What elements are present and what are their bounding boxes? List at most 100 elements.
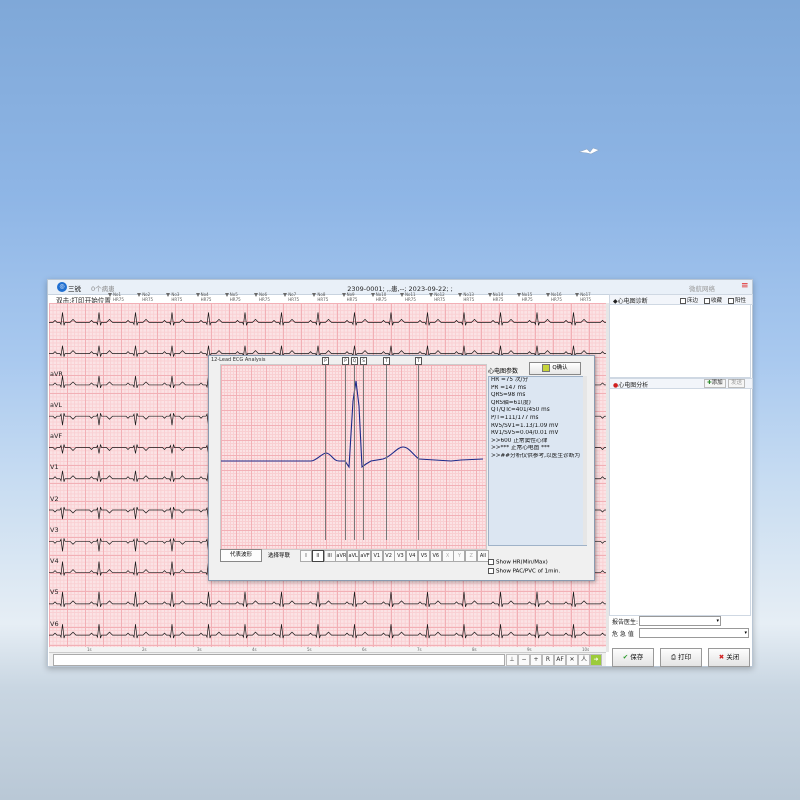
beat-marker: No2 HR75 bbox=[137, 292, 159, 302]
chevron-down-icon: ▾ bbox=[716, 618, 719, 624]
param-line: P/T=111/177 ms bbox=[491, 414, 539, 421]
beat-marker: No16 HR75 bbox=[546, 292, 568, 302]
param-line: >>600 正常窦性心律 bbox=[491, 437, 548, 444]
lead-label: V2 bbox=[50, 494, 59, 503]
lead-label: V3 bbox=[50, 525, 59, 534]
param-line: >>*** 正常心电图 *** bbox=[491, 445, 550, 452]
wave-marker-line[interactable] bbox=[345, 364, 346, 540]
param-line: PR =147 ms bbox=[491, 384, 527, 391]
beat-marker: No15 HR75 bbox=[516, 292, 539, 302]
wave-marker-line[interactable] bbox=[325, 364, 326, 540]
representative-beat-trace bbox=[221, 380, 484, 469]
lead-button[interactable]: Z bbox=[465, 550, 478, 562]
lead-label: V5 bbox=[50, 588, 59, 597]
lead-button[interactable]: X bbox=[441, 550, 454, 562]
status-input[interactable] bbox=[53, 654, 505, 666]
menu-icon[interactable]: ≡ bbox=[741, 281, 749, 291]
positive-checkbox[interactable]: 阳性 bbox=[728, 296, 746, 304]
send-button[interactable]: 发送 bbox=[728, 379, 746, 388]
wave-marker-line[interactable] bbox=[363, 364, 364, 540]
lead-button[interactable]: V1 bbox=[370, 550, 383, 562]
save-button[interactable]: ✔ 保存 bbox=[612, 648, 654, 667]
measure-icon[interactable]: R bbox=[542, 654, 554, 666]
zoom-out-icon[interactable]: − bbox=[518, 654, 530, 666]
doctor-label: 报告医生: bbox=[612, 619, 639, 626]
printer-icon: ⎙ bbox=[670, 653, 677, 661]
lead-button[interactable]: aVL bbox=[347, 550, 360, 562]
add-button[interactable]: ✚添加 bbox=[704, 379, 726, 388]
show-pac-checkbox[interactable]: Show PAC/PVC of 1min. bbox=[488, 568, 560, 575]
beat-marker: No9 HR75 bbox=[341, 292, 364, 302]
close-icon: ✖ bbox=[718, 653, 725, 661]
ecg-trace bbox=[49, 312, 606, 326]
close-button[interactable]: ✖ 关闭 bbox=[708, 648, 750, 667]
params-list: HR =75 次/分 PR =147 ms QRS=98 ms QRS轴=61(度) Q… bbox=[488, 376, 587, 546]
lead-button[interactable]: III bbox=[323, 550, 336, 562]
beat-marker: No12 HR75 bbox=[429, 292, 451, 302]
beat-marker: No17 HR75 bbox=[575, 292, 597, 302]
lead-label: aVR bbox=[50, 369, 63, 378]
beat-marker: No1 HR75 bbox=[108, 292, 130, 302]
beat-marker: No14 HR75 bbox=[487, 292, 510, 302]
ecg-trace bbox=[49, 624, 606, 639]
right-panel: ◆心电图诊断 床边 收藏 阳性 ●心电图分析 ✚添加 发送 报告医生: ▾ 危 … bbox=[609, 294, 753, 667]
lead-button[interactable]: I bbox=[300, 550, 312, 562]
lead-button[interactable]: Y bbox=[453, 550, 466, 562]
urgency-select[interactable]: ▾ bbox=[639, 628, 749, 638]
zoom-in-icon[interactable]: + bbox=[530, 654, 542, 666]
wave-marker-line[interactable] bbox=[418, 364, 419, 540]
wave-marker-line[interactable] bbox=[386, 364, 387, 540]
lead-button[interactable]: V4 bbox=[406, 550, 419, 562]
lead-button[interactable]: V6 bbox=[429, 550, 442, 562]
ecg-trace bbox=[49, 591, 606, 608]
person-icon[interactable]: 人 bbox=[578, 654, 590, 666]
representative-wave-button[interactable]: 代表波形 bbox=[220, 549, 262, 562]
check-icon: ✔ bbox=[622, 653, 629, 661]
wave-marker-line[interactable] bbox=[354, 364, 355, 540]
doctor-select[interactable]: ▾ bbox=[639, 616, 721, 626]
analysis-list[interactable] bbox=[609, 388, 751, 616]
show-hr-checkbox[interactable]: Show HR(Min/Max) bbox=[488, 559, 548, 566]
lead-button[interactable]: aVF bbox=[359, 550, 371, 562]
status-bar: ⊥ − + R AF ✕ 人 ➜ bbox=[49, 652, 606, 666]
network-label: 微航网络 bbox=[689, 285, 715, 293]
param-line: RV5/SV1=1.13/1.09 mV bbox=[491, 422, 559, 429]
patient-title: 2309-0001; ,,患,--; 2023-09-22; ; bbox=[347, 285, 453, 293]
grid-icon[interactable]: ✕ bbox=[566, 654, 578, 666]
beat-marker: No3 HR75 bbox=[166, 292, 188, 302]
lead-icon[interactable]: ⊥ bbox=[506, 654, 518, 666]
confirm-button[interactable]: Q确认 bbox=[529, 362, 581, 375]
beat-markers: No1 HR75 No2 HR75 No3 HR75 No4 HR75 No5 HR75 No6 HR… bbox=[108, 292, 598, 303]
beat-marker: No7 HR75 bbox=[283, 292, 305, 302]
lead-button[interactable]: II bbox=[311, 550, 324, 562]
param-line: QRS轴=61(度) bbox=[491, 399, 531, 406]
param-line: QRS=98 ms bbox=[491, 392, 526, 399]
lead-button[interactable]: V3 bbox=[394, 550, 407, 562]
beat-marker: No11 HR75 bbox=[400, 292, 422, 302]
lead-button[interactable]: V2 bbox=[382, 550, 395, 562]
param-line: RV1/SV5=0.04/0.01 mV bbox=[491, 430, 559, 437]
select-lead-label: 选择导联 bbox=[268, 553, 291, 559]
param-line: >>##分析仅供参考,以医生诊断为 bbox=[491, 452, 581, 459]
favorite-checkbox[interactable]: 收藏 bbox=[704, 296, 722, 304]
lead-label: aVL bbox=[50, 400, 63, 409]
print-button[interactable]: ⎙ 打印 bbox=[660, 648, 702, 667]
beat-marker: No5 HR75 bbox=[224, 292, 247, 302]
params-scrollbar[interactable] bbox=[583, 376, 587, 545]
lead-label: V1 bbox=[50, 463, 59, 472]
lead-button[interactable]: aVR bbox=[335, 550, 348, 562]
af-button[interactable]: AF bbox=[554, 654, 566, 666]
next-icon[interactable]: ➜ bbox=[590, 654, 602, 666]
bedside-checkbox[interactable]: 床边 bbox=[680, 296, 698, 304]
param-line: HR =75 次/分 bbox=[491, 377, 529, 383]
ecg-analysis-dialog: 12-Lead ECG Analysis PPQSTT 代表波形 选择导联 II… bbox=[208, 355, 595, 581]
dialog-title: 12-Lead ECG Analysis bbox=[211, 357, 266, 363]
lead-button[interactable]: V5 bbox=[418, 550, 430, 562]
confirm-icon bbox=[542, 363, 551, 372]
bird-icon bbox=[578, 147, 600, 155]
diagnosis-textbox[interactable] bbox=[609, 304, 751, 378]
ecg-app-window: ◎ 三锐 0个病患 2309-0001; ,,患,--; 2023-09-22;… bbox=[47, 279, 753, 667]
beat-marker: No10 HR75 bbox=[370, 292, 393, 302]
beat-marker: No13 HR75 bbox=[458, 292, 480, 302]
lead-label: V4 bbox=[50, 557, 59, 566]
